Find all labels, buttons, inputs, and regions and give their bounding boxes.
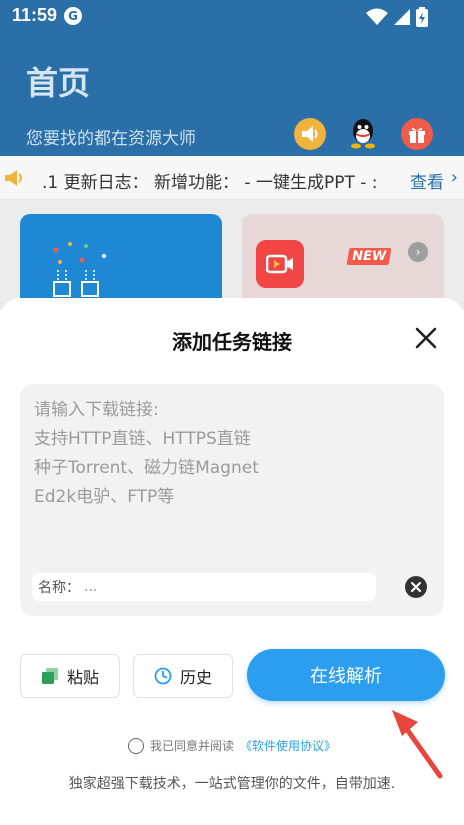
signal-icon [394,9,410,25]
online-parse-button[interactable]: 在线解析 [247,649,445,701]
notice-text: .1 更新日志： 新增功能： - 一键生成PPT - : [42,173,378,193]
header-subtitle: 您要找的都在资源大师 [26,129,196,149]
page-title: 首页 [26,64,91,102]
dialog-title: 添加任务链接 [172,330,292,354]
notice-more-link[interactable]: 查看 [410,168,444,193]
clear-icon [411,582,421,592]
clock-icon [154,667,172,685]
clear-input-button[interactable] [405,576,427,598]
name-field[interactable]: 名称： ... [32,573,376,601]
gift-icon[interactable] [401,118,433,150]
paste-button[interactable]: 粘贴 [20,654,120,698]
wifi-icon [366,8,388,25]
agreement-text: 我已同意并阅读 [149,739,234,753]
history-label: 历史 [179,668,212,687]
status-bar: 11:59 G [0,0,464,34]
agreement-link[interactable]: 《软件使用协议》 [240,737,336,754]
link-placeholder-line: 种子Torrent、磁力链Magnet [34,458,259,478]
link-placeholder-line: 支持HTTP直链、HTTPS直链 [34,429,251,449]
close-icon[interactable] [414,326,438,350]
new-badge: NEW [346,248,392,265]
name-label: 名称： [38,580,80,596]
battery-icon [416,7,428,27]
status-time: 11:59 [12,5,58,25]
chevron-right-icon[interactable]: › [408,242,428,262]
chevron-right-icon: › [450,167,458,188]
app-notification-icon: G [64,7,82,25]
name-input[interactable]: ... [84,579,344,595]
agreement-radio[interactable] [127,737,144,754]
qq-icon[interactable] [347,118,379,150]
notice-speaker-icon [5,170,22,186]
notice-bar[interactable]: .1 更新日志： 新增功能： - 一键生成PPT - : 查看 › [0,156,464,200]
link-input-box[interactable]: 请输入下载链接: 支持HTTP直链、HTTPS直链 种子Torrent、磁力链M… [20,384,444,616]
link-placeholder-line: Ed2k电驴、FTP等 [34,487,175,507]
link-placeholder-line: 请输入下载链接: [34,400,159,420]
paste-icon [41,668,58,684]
history-button[interactable]: 历史 [133,654,233,698]
home-header: 首页 您要找的都在资源大师 [0,34,464,156]
announcement-icon[interactable] [294,118,326,150]
link-input-placeholder[interactable]: 请输入下载链接: 支持HTTP直链、HTTPS直链 种子Torrent、磁力链M… [34,396,259,512]
pointer-arrow-icon [392,710,443,779]
status-icons [366,7,428,27]
paste-label: 粘贴 [66,668,99,687]
video-icon [256,240,304,288]
